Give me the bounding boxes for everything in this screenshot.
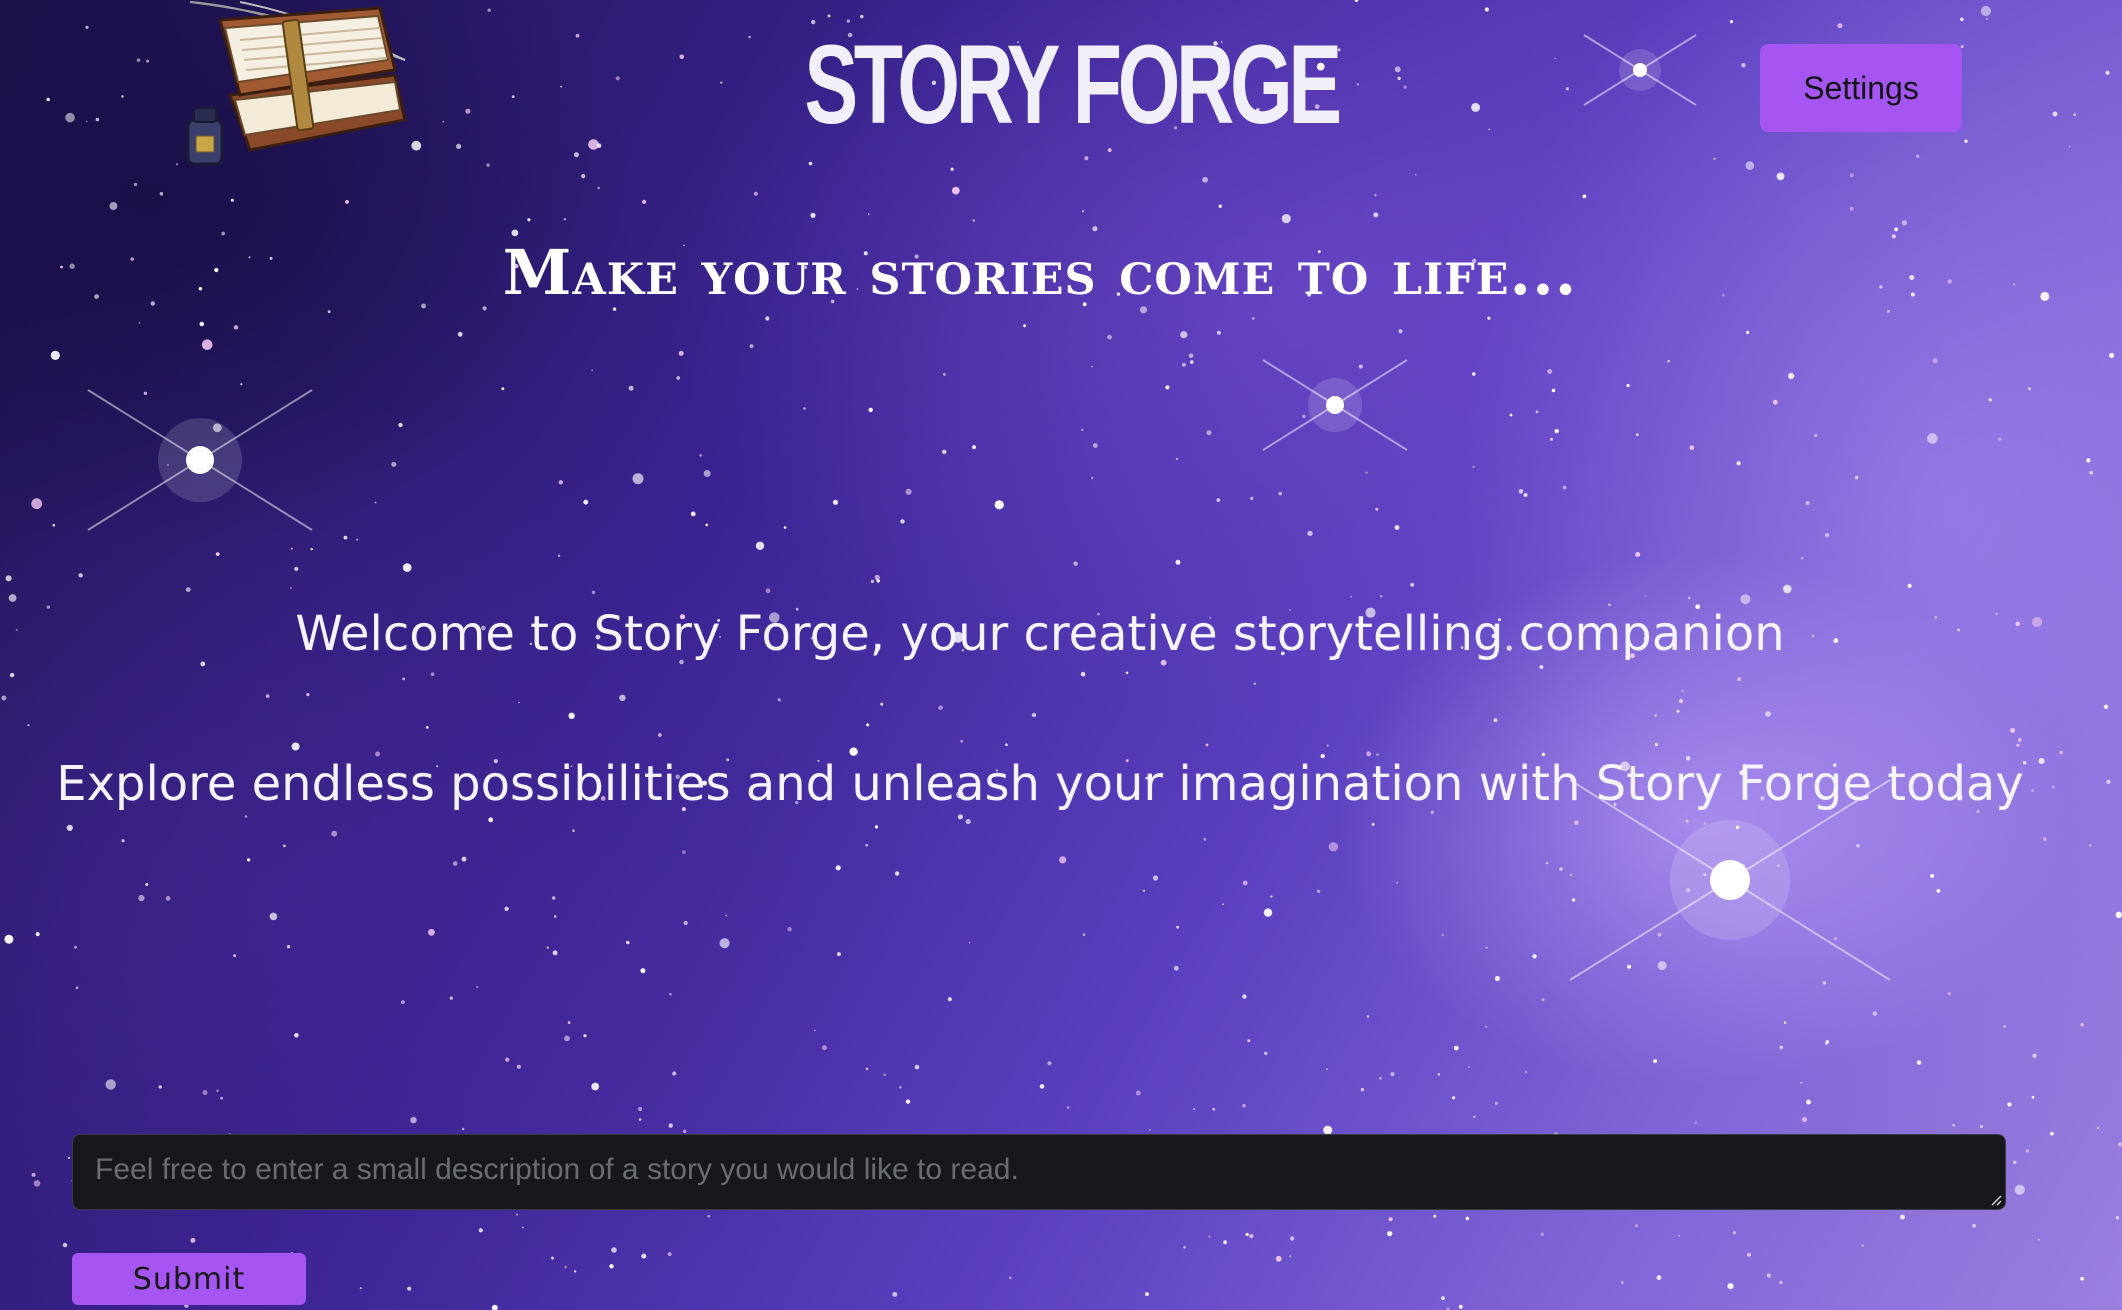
tagline: Make your stories come to life... (502, 236, 1578, 309)
submit-button[interactable]: Submit (72, 1253, 306, 1305)
story-description-input[interactable] (72, 1134, 2006, 1210)
settings-button[interactable]: Settings (1760, 44, 1962, 132)
app-title: STORY FORGE (804, 22, 1342, 147)
welcome-text: Welcome to Story Forge, your creative st… (295, 606, 1785, 662)
explore-text: Explore endless possibilities and unleas… (56, 756, 2024, 812)
resize-grip-icon[interactable] (1990, 1194, 2002, 1206)
